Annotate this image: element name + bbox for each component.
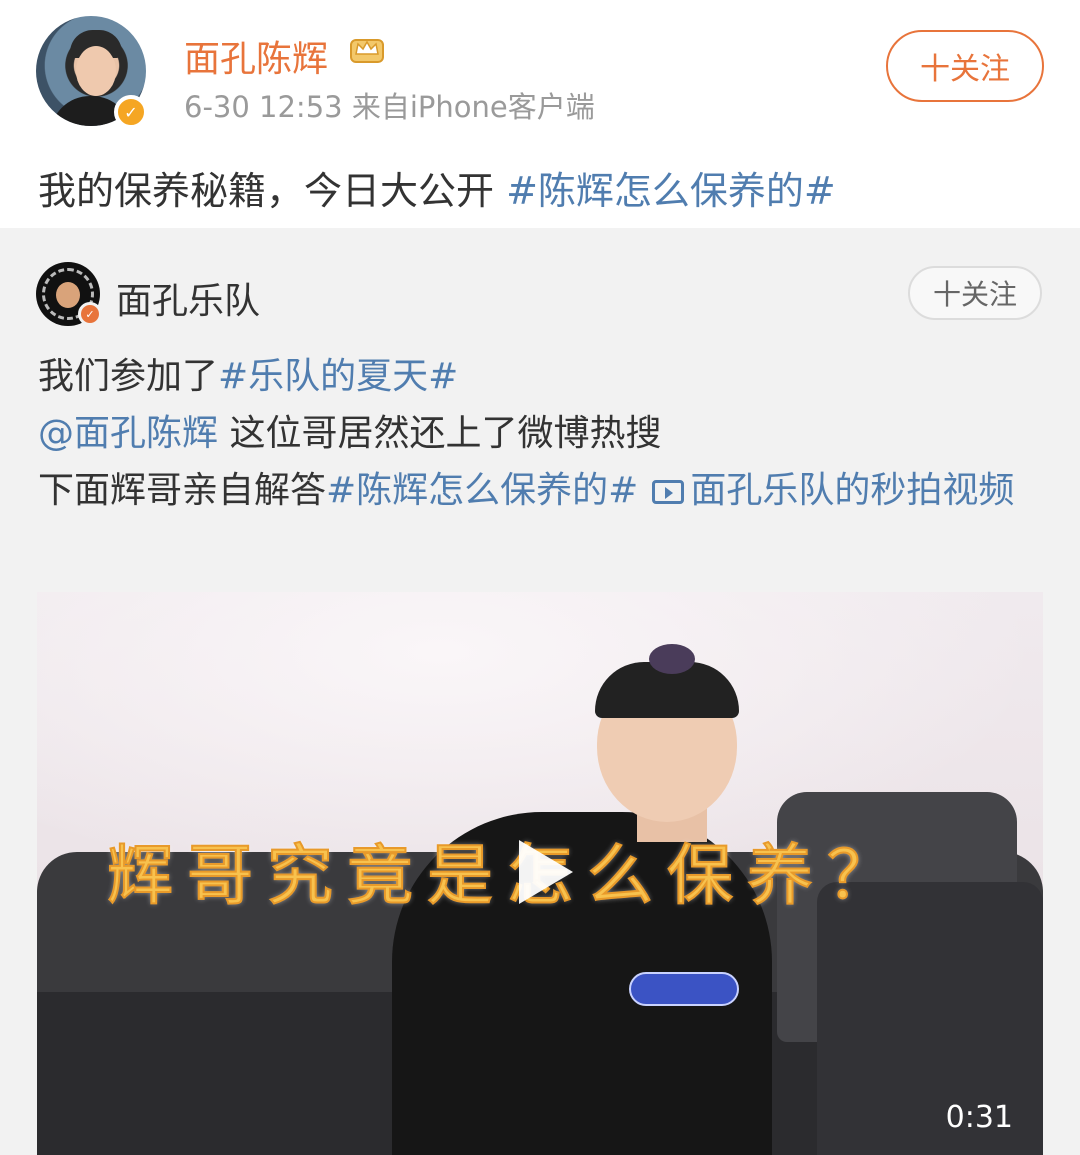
avatar-face: [76, 46, 116, 96]
video-person-bun: [649, 644, 695, 674]
post-meta: 6-30 12:53 来自iPhone客户端: [184, 90, 595, 124]
video-link[interactable]: 面孔乐队的秒拍视频: [690, 470, 1014, 511]
topic-link[interactable]: #陈辉怎么保养的#: [506, 169, 836, 213]
verified-badge-icon: ✓: [78, 302, 102, 326]
topic-link[interactable]: #乐队的夏天#: [218, 356, 458, 397]
follow-button[interactable]: 十关注: [886, 30, 1044, 102]
mention-link[interactable]: @面孔陈辉: [38, 413, 218, 454]
video-link-icon: [652, 480, 685, 504]
repost-line-2: @面孔陈辉 这位哥居然还上了微博热搜: [38, 405, 1048, 462]
post-text: 我的保养秘籍，今日大公开 #陈辉怎么保养的#: [38, 160, 836, 215]
reposted-content[interactable]: ✓ 面孔乐队 十关注 我们参加了#乐队的夏天# @面孔陈辉 这位哥居然还上了微博…: [0, 228, 1080, 1155]
video-player[interactable]: 辉哥究竟是怎么保养？ 0:31: [37, 592, 1043, 1155]
play-triangle: [519, 840, 573, 904]
band-avatar-face: [56, 282, 80, 308]
video-name-tag: [629, 972, 739, 1006]
crown-icon: [350, 39, 384, 63]
repost-text: 我们参加了#乐队的夏天# @面孔陈辉 这位哥居然还上了微博热搜 下面辉哥亲自解答…: [38, 348, 1048, 519]
post-text-plain: 我的保养秘籍，今日大公开: [38, 169, 507, 213]
repost-follow-button[interactable]: 十关注: [908, 266, 1042, 320]
play-icon[interactable]: [489, 824, 585, 920]
repost-author-name[interactable]: 面孔乐队: [116, 272, 260, 324]
repost-line-1-plain: 我们参加了: [38, 356, 219, 397]
original-post: ✓ 面孔陈辉 6-30 12:53 来自iPhone客户端 十关注 我的保养秘籍…: [0, 0, 1080, 228]
author-name[interactable]: 面孔陈辉: [184, 30, 328, 82]
repost-line-3: 下面辉哥亲自解答#陈辉怎么保养的# 面孔乐队的秒拍视频: [38, 462, 1048, 519]
topic-link[interactable]: #陈辉怎么保养的#: [326, 470, 638, 511]
verified-badge-icon: ✓: [114, 95, 148, 129]
video-duration: 0:31: [945, 1100, 1013, 1135]
repost-line-3-plain: 下面辉哥亲自解答: [38, 470, 327, 511]
repost-line-2-plain: 这位哥居然还上了微博热搜: [218, 413, 662, 454]
repost-line-1: 我们参加了#乐队的夏天#: [38, 348, 1048, 405]
